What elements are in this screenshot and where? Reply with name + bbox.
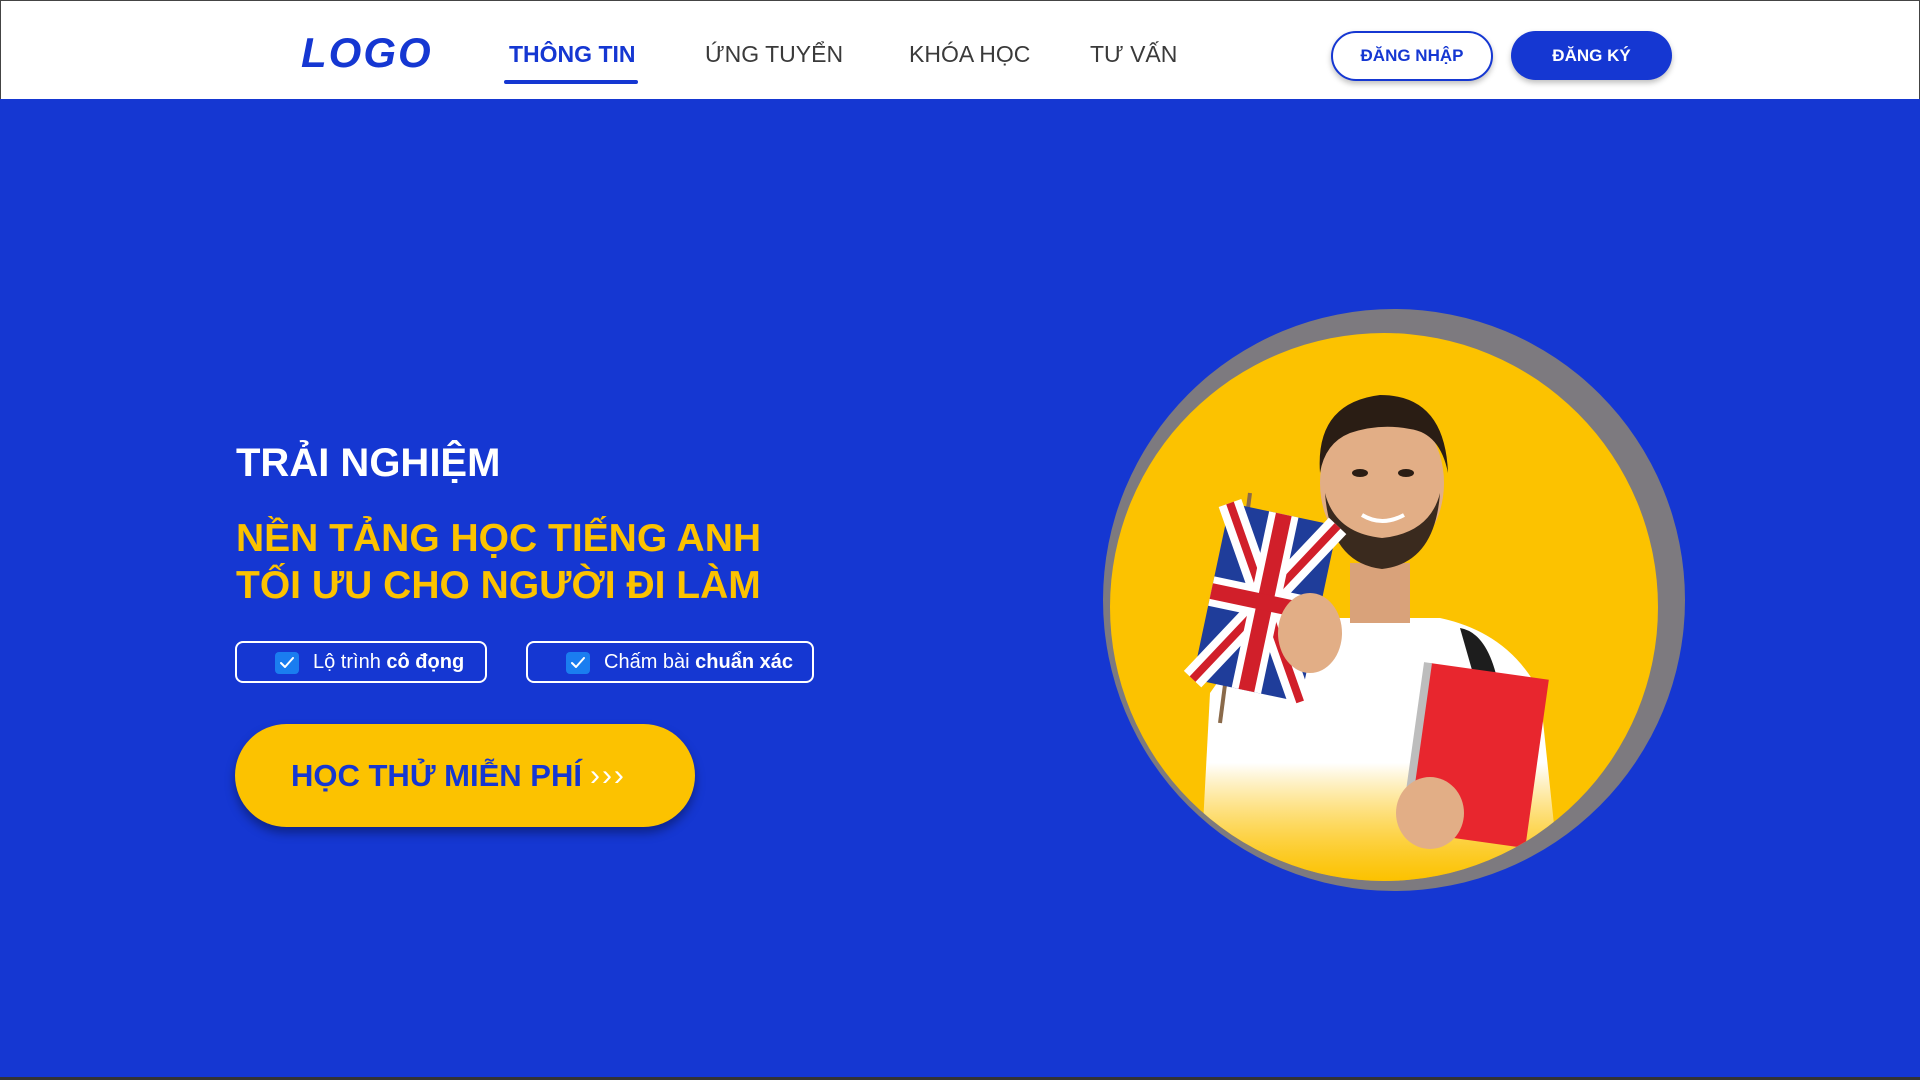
feature-badge-cham-bai: Chấm bài chuẩn xác: [526, 641, 814, 683]
hero-subtitle: TRẢI NGHIỆM: [236, 441, 501, 485]
check-icon: [275, 652, 299, 674]
login-button-label: ĐĂNG NHẬP: [1360, 46, 1464, 65]
register-button-label: ĐĂNG KÝ: [1552, 45, 1631, 65]
logo[interactable]: LOGO: [301, 27, 433, 79]
nav-item-tu-van[interactable]: TƯ VẤN: [1090, 39, 1177, 69]
register-button[interactable]: ĐĂNG KÝ: [1511, 31, 1672, 80]
hero-title-line-1: NỀN TẢNG HỌC TIẾNG ANH: [236, 517, 762, 560]
teacher-with-uk-flag-illustration: [1183, 395, 1560, 881]
nav-item-ung-tuyen[interactable]: ỨNG TUYỂN: [705, 39, 843, 69]
hero-title: NỀN TẢNG HỌC TIẾNG ANH TỐI ƯU CHO NGƯỜI …: [236, 515, 761, 609]
free-trial-button[interactable]: HỌC THỬ MIỄN PHÍ ›››: [235, 724, 695, 827]
feature-text: Chấm bài chuẩn xác: [604, 651, 793, 674]
nav-active-indicator: [504, 80, 638, 84]
feature-badge-lo-trinh: Lộ trình cô đọng: [235, 641, 487, 683]
free-trial-label: HỌC THỬ MIỄN PHÍ: [291, 757, 582, 793]
top-header: LOGO THÔNG TIN ỨNG TUYỂN KHÓA HỌC TƯ VẤN…: [0, 0, 1920, 99]
nav-item-khoa-hoc[interactable]: KHÓA HỌC: [909, 39, 1030, 69]
feature-bold: cô đọng: [386, 650, 465, 673]
hero-section: TRẢI NGHIỆM NỀN TẢNG HỌC TIẾNG ANH TỐI Ư…: [0, 99, 1920, 1080]
feature-bold: chuẩn xác: [695, 650, 793, 673]
hero-title-line-2: TỐI ƯU CHO NGƯỜI ĐI LÀM: [236, 564, 761, 607]
feature-prefix: Chấm bài: [604, 650, 690, 673]
nav-item-thong-tin[interactable]: THÔNG TIN: [509, 39, 636, 69]
login-button[interactable]: ĐĂNG NHẬP: [1331, 31, 1493, 81]
feature-prefix: Lộ trình: [313, 650, 381, 673]
illustration-circle: [1110, 333, 1658, 881]
feature-text: Lộ trình cô đọng: [313, 651, 464, 674]
check-icon: [566, 652, 590, 674]
chevrons-right-icon: ›››: [589, 758, 626, 792]
